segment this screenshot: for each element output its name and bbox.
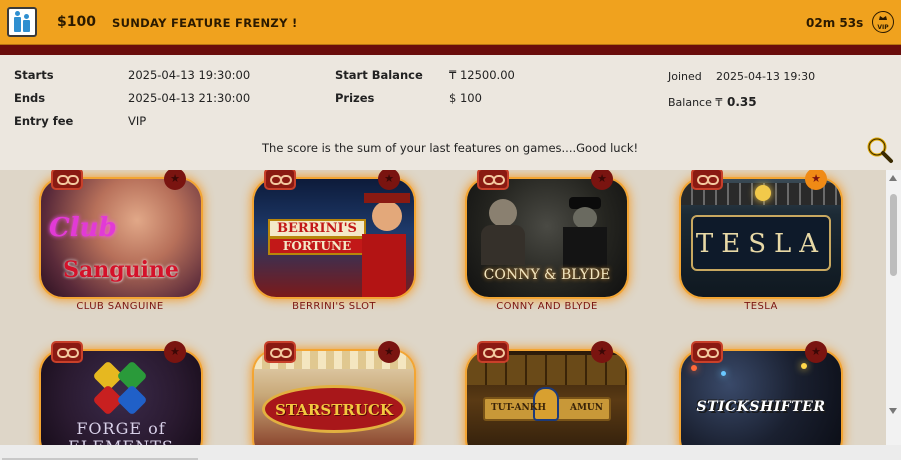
game-tile-tesla[interactable]: TESLA [681, 179, 841, 297]
ends-value: 2025-04-13 21:30:00 [128, 91, 251, 105]
tournament-title: SUNDAY FEATURE FRENZY ! [112, 16, 298, 30]
linked-game-icon[interactable] [264, 341, 296, 363]
vip-icon[interactable]: VIP [872, 11, 894, 33]
prizes-label: Prizes [335, 91, 375, 105]
favorite-star-icon[interactable]: ★ [164, 341, 186, 363]
joined-value: 2025-04-13 19:30 [716, 70, 816, 83]
linked-game-icon[interactable] [691, 341, 723, 363]
game-caption: BERRINI'S SLOT [292, 301, 376, 312]
balance-label: Balance ₸ [668, 96, 723, 109]
game-caption: CONNY AND BLYDE [496, 301, 598, 312]
countdown-timer: 02m 53s [806, 16, 864, 30]
entry-fee-label: Entry fee [14, 114, 74, 128]
ends-label: Ends [14, 91, 46, 105]
game-tile-club-sanguine[interactable]: Club Sanguine [41, 179, 201, 297]
favorite-star-icon[interactable]: ★ [591, 341, 613, 363]
joined-label: Joined [668, 70, 702, 83]
favorite-star-icon[interactable]: ★ [805, 341, 827, 363]
search-icon[interactable] [866, 136, 894, 164]
game-tile-tut-ankh-amun[interactable]: TUT-ANKH AMUN [467, 351, 627, 445]
horizontal-scrollbar[interactable] [0, 445, 901, 460]
favorite-star-icon[interactable]: ★ [378, 341, 400, 363]
scroll-up-arrow-icon[interactable] [889, 175, 897, 181]
app-logo-icon[interactable] [7, 7, 37, 37]
balance-value: 0.35 [727, 95, 757, 109]
prize-amount: $100 [57, 14, 96, 30]
game-caption: CLUB SANGUINE [76, 301, 164, 312]
tournament-header: $100 SUNDAY FEATURE FRENZY ! 02m 53s VIP [0, 0, 901, 45]
scrollbar-thumb[interactable] [890, 194, 897, 276]
game-grid: Club Sanguine ★ CLUB SANGUINE BERRINI'S … [0, 170, 886, 445]
start-balance-label: Start Balance [335, 68, 423, 82]
game-tile-starstruck[interactable]: STARSTRUCK [254, 351, 414, 445]
linked-game-icon[interactable] [51, 170, 83, 190]
linked-game-icon[interactable] [51, 341, 83, 363]
game-tile-stickshifter[interactable]: STICKSHIFTER [681, 351, 841, 445]
linked-game-icon[interactable] [477, 341, 509, 363]
entry-fee-value: VIP [128, 114, 147, 128]
game-tile-berrinis-slot[interactable]: BERRINI'S FORTUNE [254, 179, 414, 297]
linked-game-icon[interactable] [264, 170, 296, 190]
game-tile-conny-and-blyde[interactable]: CONNY & BLYDE [467, 179, 627, 297]
prizes-value: $ 100 [449, 91, 482, 105]
starts-label: Starts [14, 68, 54, 82]
linked-game-icon[interactable] [691, 170, 723, 190]
starts-value: 2025-04-13 19:30:00 [128, 68, 251, 82]
linked-game-icon[interactable] [477, 170, 509, 190]
scroll-down-arrow-icon[interactable] [889, 408, 897, 414]
vertical-scrollbar[interactable] [886, 170, 901, 445]
header-divider [0, 45, 901, 55]
start-balance-value: ₸ 12500.00 [449, 68, 515, 82]
game-tile-forge-of-elements[interactable]: FORGE of ELEMENTS [41, 351, 201, 445]
tournament-description: The score is the sum of your last featur… [262, 141, 639, 155]
game-caption: TESLA [744, 301, 778, 312]
